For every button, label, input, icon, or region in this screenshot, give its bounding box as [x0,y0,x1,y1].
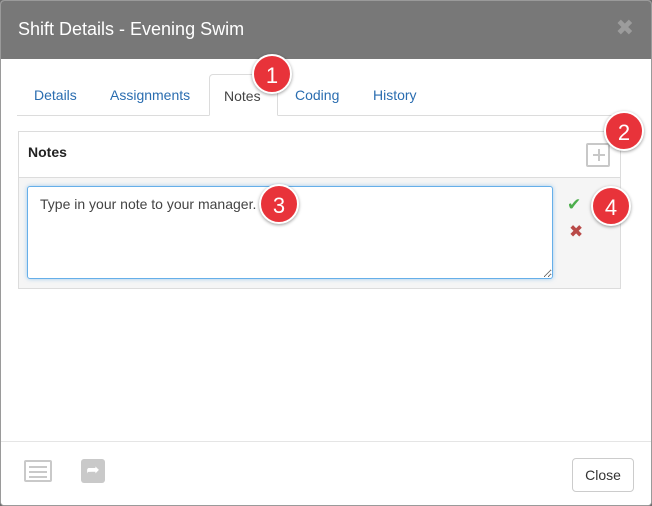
callout-badge-2: 2 [604,111,644,151]
tab-bar: Details Assignments Notes Coding History [17,74,636,116]
tab-assignments[interactable]: Assignments [94,74,206,116]
dialog-footer: ➦ Close [1,441,651,505]
notes-panel: Notes ✔ ✖ [18,131,621,289]
notes-panel-title: Notes [28,144,67,160]
dialog-header: Shift Details - Evening Swim ✖ [1,1,651,59]
dialog-title: Shift Details - Evening Swim [18,19,245,39]
tab-details[interactable]: Details [18,74,93,116]
list-icon[interactable] [24,460,52,482]
tab-history[interactable]: History [357,74,433,116]
shift-details-dialog: Shift Details - Evening Swim ✖ Details A… [0,0,652,506]
save-note-check-icon[interactable]: ✔ [567,195,581,215]
notes-panel-body: ✔ ✖ [19,179,620,288]
callout-badge-3: 3 [259,184,299,224]
add-note-icon[interactable] [586,143,610,167]
close-button[interactable]: Close [572,458,634,492]
close-icon[interactable]: ✖ [616,15,634,41]
share-icon[interactable]: ➦ [81,459,105,483]
callout-badge-4: 4 [591,186,631,226]
cancel-note-x-icon[interactable]: ✖ [569,222,583,242]
callout-badge-1: 1 [252,54,292,94]
notes-panel-header: Notes [19,132,620,178]
